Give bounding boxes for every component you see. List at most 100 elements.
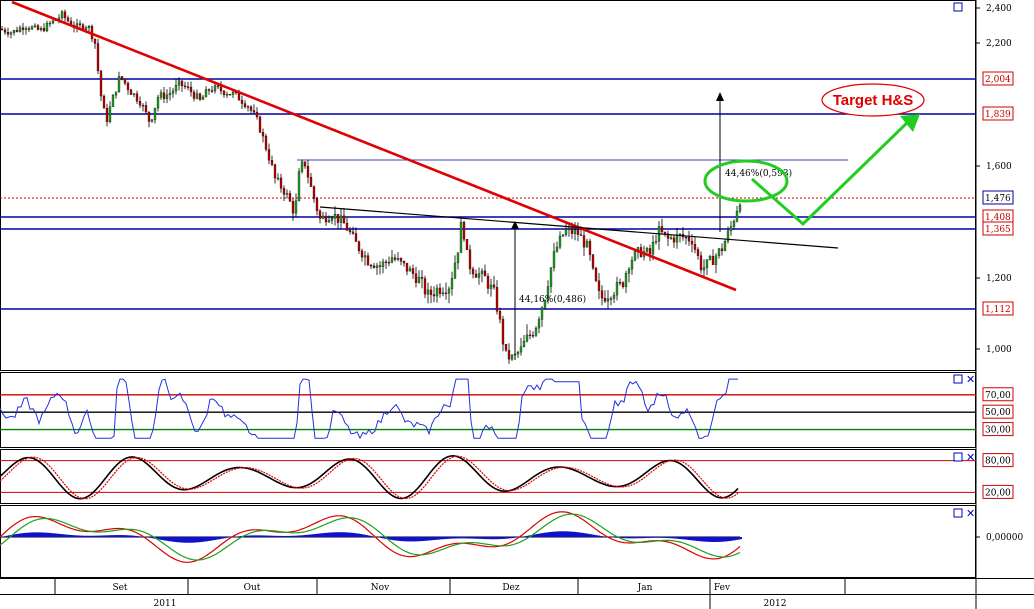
candle-body: [432, 294, 436, 297]
candle-body: [45, 23, 49, 32]
candle-body: [441, 292, 445, 295]
candle-body: [93, 38, 97, 44]
macd-histogram-bar: [422, 537, 424, 541]
macd-histogram-bar: [82, 535, 84, 537]
candle-body: [192, 91, 196, 99]
macd-panel-maximize-icon[interactable]: [953, 508, 963, 518]
macd-histogram-bar: [114, 535, 116, 537]
macd-histogram-bar: [504, 537, 506, 539]
stoch-tick-label: 80,00: [985, 457, 1011, 467]
stoch-panel-maximize-icon[interactable]: [953, 452, 963, 462]
macd-histogram-bar: [716, 537, 718, 542]
candle-body: [309, 177, 313, 187]
neckline: [319, 206, 839, 249]
rsi-tick-label: 30,00: [985, 426, 1011, 436]
macd-histogram-bar: [698, 537, 700, 542]
macd-histogram-bar: [340, 532, 342, 537]
macd-histogram-bar: [6, 535, 8, 537]
macd-histogram-bar: [308, 534, 310, 537]
candle-body: [696, 249, 700, 256]
macd-histogram-bar: [412, 537, 414, 542]
macd-histogram-bar: [226, 537, 228, 538]
candle-body: [276, 177, 280, 180]
macd-histogram-bar: [468, 537, 470, 539]
macd-histogram-bar: [162, 537, 164, 541]
candle-body: [582, 235, 586, 248]
candle-body: [159, 92, 163, 98]
rsi-panel-maximize-icon[interactable]: [953, 374, 963, 384]
macd-histogram-bar: [106, 535, 108, 537]
macd-histogram-bar: [498, 537, 500, 540]
macd-histogram-bar: [356, 533, 358, 537]
macd-histogram-bar: [178, 537, 180, 543]
candle-body: [138, 101, 142, 106]
macd-histogram-bar: [628, 537, 630, 539]
candle-body: [450, 277, 454, 290]
macd-histogram-bar: [296, 535, 298, 537]
macd-histogram-bar: [466, 537, 468, 539]
candle-body: [321, 215, 325, 219]
macd-histogram-bar: [262, 535, 264, 537]
rsi-panel-close-icon[interactable]: ✕: [966, 373, 975, 386]
macd-histogram-bar: [574, 531, 576, 537]
month-label: Dez: [502, 583, 520, 593]
macd-histogram-bar: [186, 537, 188, 543]
candle-body: [123, 78, 127, 84]
macd-histogram-bar: [116, 535, 118, 537]
macd-histogram-bar: [24, 532, 26, 537]
macd-histogram-bar: [686, 537, 688, 540]
macd-histogram-bar: [572, 531, 574, 537]
candle-body: [738, 204, 742, 212]
candle-body: [567, 227, 571, 230]
candle-body: [651, 242, 655, 255]
macd-panel-close-icon[interactable]: ✕: [966, 507, 975, 520]
macd-histogram-bar: [576, 532, 578, 537]
candle-body: [273, 164, 277, 179]
candle-body: [246, 106, 250, 108]
candle-body: [579, 234, 583, 236]
chart-canvas: 2,400 2,200 1,600 1,200 1,000 2,004 1,839 1,476…: [0, 0, 1034, 609]
candle-body: [645, 248, 649, 252]
macd-histogram-bar: [314, 533, 316, 537]
macd-histogram-bar: [478, 537, 480, 539]
macd-histogram-bar: [728, 537, 730, 542]
macd-histogram-bar: [184, 537, 186, 543]
price-y-tick-label: 1,200: [986, 274, 1012, 284]
macd-histogram-bar: [166, 537, 168, 541]
macd-histogram-bar: [636, 537, 638, 539]
macd-histogram-bar: [660, 537, 662, 538]
candle-body: [495, 287, 499, 312]
candle-body: [687, 236, 691, 242]
macd-histogram-bar: [594, 534, 596, 537]
candle-body: [177, 80, 181, 86]
macd-histogram-bar: [304, 535, 306, 537]
macd-histogram-bar: [658, 537, 660, 538]
candle-body: [6, 32, 10, 35]
candle-body: [459, 221, 463, 253]
macd-histogram-bar: [246, 535, 248, 537]
candle-body: [426, 289, 430, 295]
macd-histogram-bar: [342, 532, 344, 537]
macd-histogram-bar: [286, 535, 288, 537]
candle-body: [699, 255, 703, 271]
macd-histogram-bar: [74, 535, 76, 537]
price-panel-maximize-icon[interactable]: [953, 2, 963, 12]
candle-body: [438, 287, 442, 294]
year-label: 2011: [154, 599, 177, 609]
macd-histogram-bar: [250, 535, 252, 537]
macd-histogram-bar: [674, 537, 676, 539]
stoch-panel-close-icon[interactable]: ✕: [966, 451, 975, 464]
macd-histogram-bar: [714, 537, 716, 542]
candle-body: [408, 268, 412, 272]
candle-body: [27, 28, 31, 30]
candle-body: [591, 254, 595, 269]
candle-body: [300, 161, 304, 172]
candle-body: [402, 261, 406, 264]
stochastic-panel: 80,00 20,00: [0, 453, 1014, 500]
macd-tick-label: 0,00000: [986, 533, 1023, 543]
candle-body: [474, 273, 478, 278]
macd-histogram-bar: [670, 537, 672, 539]
macd-histogram-bar: [678, 537, 680, 539]
candle-body: [42, 27, 46, 32]
macd-histogram-bar: [200, 537, 202, 543]
